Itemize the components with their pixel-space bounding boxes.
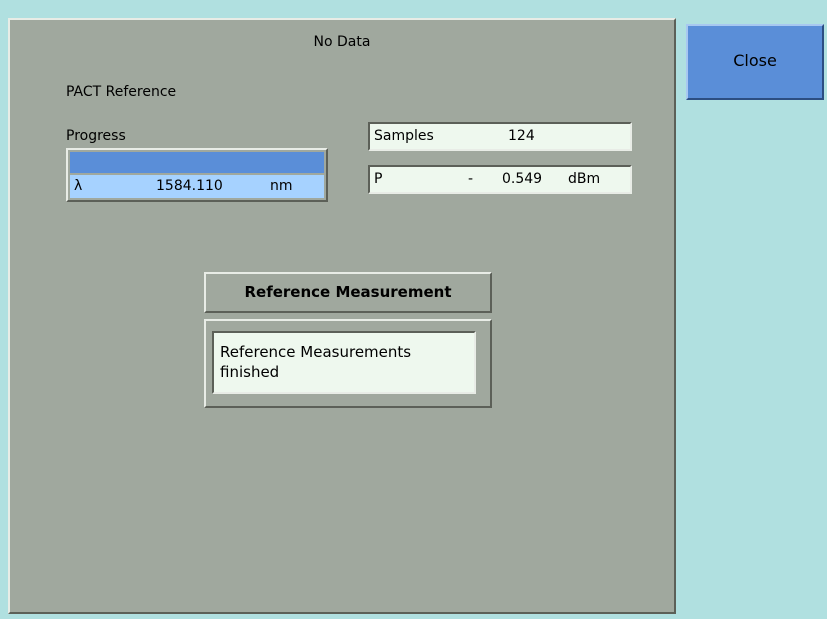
- progress-label: Progress: [66, 128, 126, 144]
- lambda-symbol: λ: [74, 178, 83, 194]
- samples-value: 124: [508, 128, 535, 144]
- reference-message-line2: finished: [220, 363, 280, 381]
- samples-field: Samples 124: [368, 122, 632, 151]
- section-label: PACT Reference: [66, 84, 177, 100]
- power-unit: dBm: [568, 171, 601, 187]
- wavelength-unit: nm: [270, 178, 293, 194]
- reference-message-line1: Reference Measurements: [220, 343, 412, 361]
- progress-bar: [70, 152, 324, 173]
- reference-message: Reference Measurements finished: [212, 331, 476, 394]
- samples-label: Samples: [374, 128, 434, 144]
- panel-title: No Data: [313, 34, 371, 50]
- wavelength-readout: λ 1584.110 nm: [70, 175, 324, 198]
- power-field: P - 0.549 dBm: [368, 165, 632, 194]
- main-panel: No Data PACT Reference Progress λ 1584.1…: [8, 18, 676, 614]
- reference-measurement-button[interactable]: Reference Measurement: [204, 272, 492, 313]
- wavelength-value: 1584.110: [156, 178, 223, 194]
- progress-box: λ 1584.110 nm: [66, 148, 328, 202]
- close-button[interactable]: Close: [686, 24, 824, 100]
- reference-frame: Reference Measurements finished: [204, 319, 492, 408]
- power-sign: -: [468, 171, 474, 187]
- power-value: 0.549: [502, 171, 543, 187]
- power-label: P: [374, 171, 383, 187]
